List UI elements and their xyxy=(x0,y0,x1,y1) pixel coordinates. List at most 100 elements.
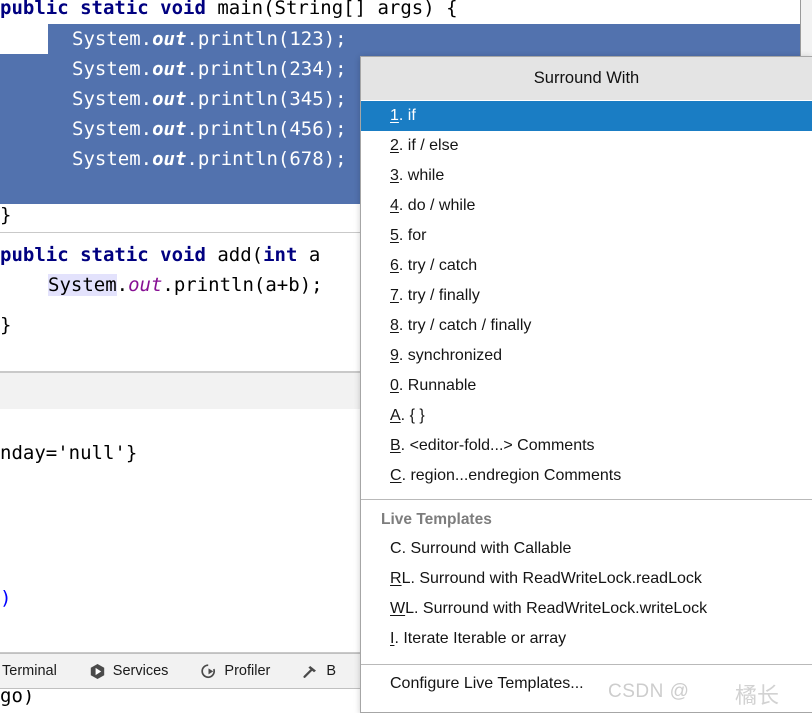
menu-item-synchronized[interactable]: 9. synchronized xyxy=(361,341,812,371)
popup-title: Surround With xyxy=(361,57,812,101)
menu-item-if-else[interactable]: 2. if / else xyxy=(361,131,812,161)
code-token-out: out xyxy=(128,274,163,296)
menu-mnemonic: 0 xyxy=(390,377,399,394)
code-token-println-345: .println(345); xyxy=(186,88,347,110)
ide-screen: public static void main(String[] args) {… xyxy=(0,0,812,713)
tool-label-services: Services xyxy=(112,663,169,679)
menu-item-surround-writelock[interactable]: WL. Surround with ReadWriteLock.writeLoc… xyxy=(361,594,812,624)
configure-live-templates-link[interactable]: Configure Live Templates... xyxy=(361,665,812,703)
menu-mnemonic: 9 xyxy=(390,347,399,364)
code-token-dot: . xyxy=(140,28,153,50)
code-token-out: out xyxy=(152,118,187,140)
menu-item-surround-readlock[interactable]: RL. Surround with ReadWriteLock.readLock xyxy=(361,564,812,594)
code-token-system: System xyxy=(72,58,141,80)
tool-button-services[interactable]: Services xyxy=(77,654,181,688)
menu-item-label: while xyxy=(407,167,445,184)
menu-item-for[interactable]: 5. for xyxy=(361,221,812,251)
menu-item-while[interactable]: 3. while xyxy=(361,161,812,191)
tool-label-profiler: Profiler xyxy=(224,663,271,679)
menu-mnemonic: R xyxy=(390,570,402,587)
code-token-println-456: .println(456); xyxy=(186,118,347,140)
menu-item-label: Surround with Callable xyxy=(410,540,572,557)
menu-item-label: try / finally xyxy=(407,287,480,304)
menu-item-label: Runnable xyxy=(407,377,477,394)
console-line-paren: ) xyxy=(0,587,12,609)
code-line-println-345: System.out.println(345); xyxy=(0,84,347,114)
popup-title-text: Surround With xyxy=(533,69,640,87)
tool-button-build[interactable]: B xyxy=(290,654,348,688)
code-token-out: out xyxy=(152,28,187,50)
code-token-system: System xyxy=(72,148,141,170)
services-icon xyxy=(89,663,106,680)
code-token-println-ab: .println(a+b); xyxy=(162,274,323,296)
menu-item-label: for xyxy=(407,227,427,244)
menu-item-braces[interactable]: A. { } xyxy=(361,401,812,431)
code-token-println-234: .println(234); xyxy=(186,58,347,80)
code-text-add-name: add( xyxy=(217,244,264,266)
menu-item-label: if / else xyxy=(407,137,459,154)
menu-mnemonic: 6 xyxy=(390,257,399,274)
code-keyword-public-static-void: public static void xyxy=(0,244,218,266)
menu-mnemonic: 1 xyxy=(390,107,399,124)
tool-button-terminal[interactable]: Terminal xyxy=(0,654,69,688)
code-token-system: System xyxy=(72,88,141,110)
menu-mnemonic: 5 xyxy=(390,227,399,244)
live-templates-group-title: Live Templates xyxy=(381,511,492,528)
code-text-add-param: a xyxy=(297,244,321,266)
code-token-dot: . xyxy=(116,274,129,296)
code-token-dot: . xyxy=(140,118,153,140)
menu-mnemonic: C xyxy=(390,467,402,484)
profiler-icon xyxy=(200,663,217,680)
menu-item-label: region...endregion Comments xyxy=(410,467,622,484)
code-token-out: out xyxy=(152,88,187,110)
menu-item-label: try / catch xyxy=(407,257,478,274)
menu-mnemonic: A xyxy=(390,407,401,424)
code-line-println-123: System.out.println(123); xyxy=(0,24,347,54)
menu-mnemonic: 2 xyxy=(390,137,399,154)
code-keyword-public-static-void: public static void xyxy=(0,0,218,19)
code-keyword-int: int xyxy=(263,244,298,266)
menu-mnemonic: 8 xyxy=(390,317,399,334)
menu-item-try-catch-finally[interactable]: 8. try / catch / finally xyxy=(361,311,812,341)
code-token-dot: . xyxy=(140,58,153,80)
menu-mnemonic: B xyxy=(390,437,401,454)
menu-item-label: Surround with ReadWriteLock.writeLock xyxy=(422,600,708,617)
code-token-system: System xyxy=(72,118,141,140)
code-token-dot: . xyxy=(140,88,153,110)
menu-item-try-finally[interactable]: 7. try / finally xyxy=(361,281,812,311)
code-line-close-brace-main: } xyxy=(0,200,11,230)
menu-item-label: do / while xyxy=(407,197,476,214)
surround-options-list[interactable]: 1. if 2. if / else 3. while 4. do / whil… xyxy=(361,101,812,491)
code-token-system: System xyxy=(72,28,141,50)
live-templates-list[interactable]: C . Surround with Callable RL. Surround … xyxy=(361,534,812,654)
surround-with-popup[interactable]: Surround With 1. if 2. if / else 3. whil… xyxy=(360,56,812,713)
menu-item-if[interactable]: 1. if xyxy=(361,101,812,131)
tool-label-build: B xyxy=(326,663,337,679)
menu-mnemonic: 4 xyxy=(390,197,399,214)
code-token-println-678: .println(678); xyxy=(186,148,347,170)
code-line-println-678: System.out.println(678); xyxy=(0,144,347,174)
menu-item-do-while[interactable]: 4. do / while xyxy=(361,191,812,221)
menu-item-region-comments[interactable]: C. region...endregion Comments xyxy=(361,461,812,491)
menu-item-label: if xyxy=(407,107,416,124)
tool-button-profiler[interactable]: Profiler xyxy=(188,654,282,688)
menu-item-surround-callable[interactable]: C . Surround with Callable xyxy=(361,534,812,564)
code-text-main-signature: main(String[] args) { xyxy=(217,0,458,19)
menu-item-iterate-iterable[interactable]: I. Iterate Iterable or array xyxy=(361,624,812,654)
menu-mnemonic: 7 xyxy=(390,287,399,304)
menu-item-editor-fold-comments[interactable]: B. <editor-fold...> Comments xyxy=(361,431,812,461)
console-line-object-output: nday='null'} xyxy=(0,442,138,464)
menu-mnemonic-suffix: L xyxy=(405,600,415,617)
menu-item-try-catch[interactable]: 6. try / catch xyxy=(361,251,812,281)
code-token-brace: } xyxy=(0,204,12,226)
code-token-brace: } xyxy=(0,314,12,336)
console-line-tail: go) xyxy=(0,690,35,707)
code-line-println-ab: System.out.println(a+b); xyxy=(0,270,323,300)
menu-item-label: { } xyxy=(409,407,425,424)
menu-item-runnable[interactable]: 0. Runnable xyxy=(361,371,812,401)
menu-item-label: synchronized xyxy=(407,347,503,364)
build-hammer-icon xyxy=(302,663,319,680)
tool-label-terminal: Terminal xyxy=(2,663,57,679)
code-line-println-234: System.out.println(234); xyxy=(0,54,347,84)
menu-item-label: Iterate Iterable or array xyxy=(403,630,567,647)
